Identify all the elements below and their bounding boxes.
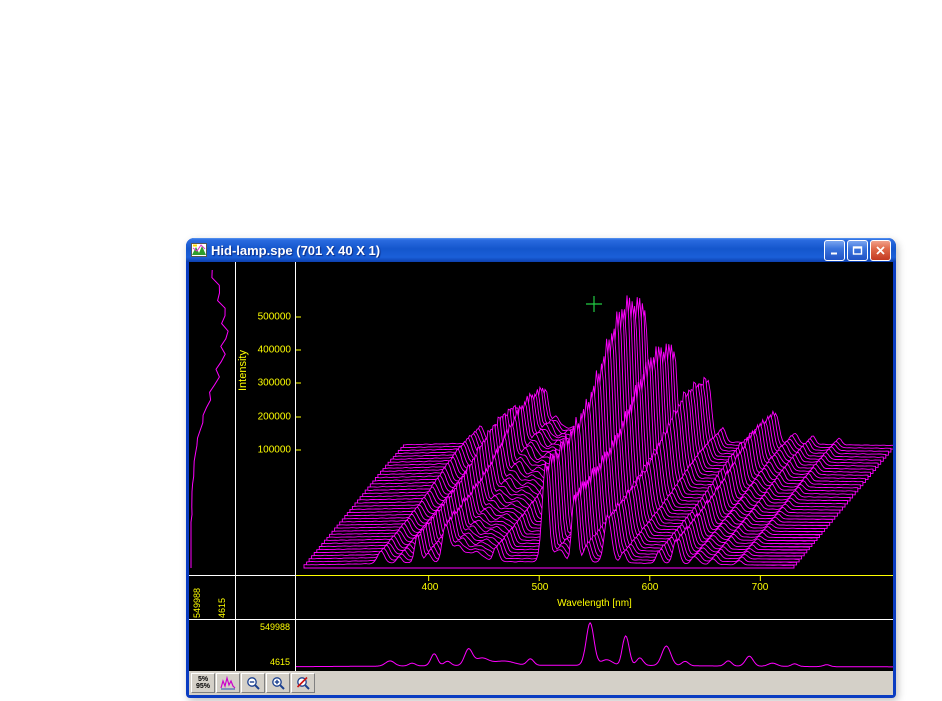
zoom-off-icon <box>296 676 310 690</box>
y-axis-title: Intensity <box>237 350 249 392</box>
app-window: Hid-lamp.spe (701 X 40 X 1) Intensity 50… <box>186 238 896 698</box>
pane-divider-left <box>235 262 236 671</box>
profile-scale: 549988 4615 <box>236 620 293 671</box>
title-bar[interactable]: Hid-lamp.spe (701 X 40 X 1) <box>186 238 896 262</box>
waterfall-icon <box>220 676 236 690</box>
y-tick-label: 200000 <box>257 411 291 423</box>
autoscale-bottom-label: 95% <box>195 683 210 690</box>
profile-min-label: 4615 <box>269 657 290 667</box>
y-tick-label: 400000 <box>257 344 291 356</box>
profile-max-label: 549988 <box>259 622 290 632</box>
zoom-out-button[interactable] <box>241 673 265 693</box>
x-tick-label: 500 <box>531 582 549 593</box>
close-button[interactable] <box>870 239 891 261</box>
x-axis-line <box>296 575 893 581</box>
y-axis-pane: Intensity 500000 400000 300000 200000 10… <box>236 262 295 575</box>
minimize-icon <box>831 252 837 254</box>
zoom-in-button[interactable] <box>266 673 290 693</box>
x-axis: 400 500 600 700 Wavelength [nm] <box>296 575 893 619</box>
close-icon <box>876 245 885 255</box>
bottom-toolbar: 5% 95% <box>189 671 893 695</box>
x-tick-label: 400 <box>421 582 439 593</box>
vprofile-min-label: 4615 <box>217 597 227 618</box>
vprofile-max-label: 549988 <box>192 587 202 618</box>
maximize-icon <box>852 245 863 255</box>
window-icon <box>191 243 207 257</box>
x-axis-title: Wavelength [nm] <box>557 598 632 609</box>
zoom-out-icon <box>246 676 260 690</box>
y-tick-label: 100000 <box>257 444 291 456</box>
x-tick-label: 600 <box>641 582 659 593</box>
maximize-button[interactable] <box>847 239 868 261</box>
x-tick-label: 700 <box>751 582 769 593</box>
y-tick-label: 300000 <box>257 377 291 389</box>
profile-display-button[interactable] <box>216 673 240 693</box>
minimize-button[interactable] <box>824 239 845 261</box>
vertical-profile-plot[interactable] <box>189 262 235 575</box>
autoscale-5-95-button[interactable]: 5% 95% <box>191 673 215 693</box>
plot-window-client: Intensity 500000 400000 300000 200000 10… <box>189 262 893 695</box>
waterfall-3d-plot[interactable] <box>296 262 893 575</box>
autoscale-top-label: 5% <box>197 676 209 683</box>
window-title: Hid-lamp.spe (701 X 40 X 1) <box>211 242 381 258</box>
zoom-in-icon <box>271 676 285 690</box>
spectrum-profile-plot[interactable] <box>296 620 893 671</box>
vertical-profile-scale: 549988 4615 <box>189 576 235 619</box>
y-tick-label: 500000 <box>257 311 291 323</box>
zoom-off-button[interactable] <box>291 673 315 693</box>
